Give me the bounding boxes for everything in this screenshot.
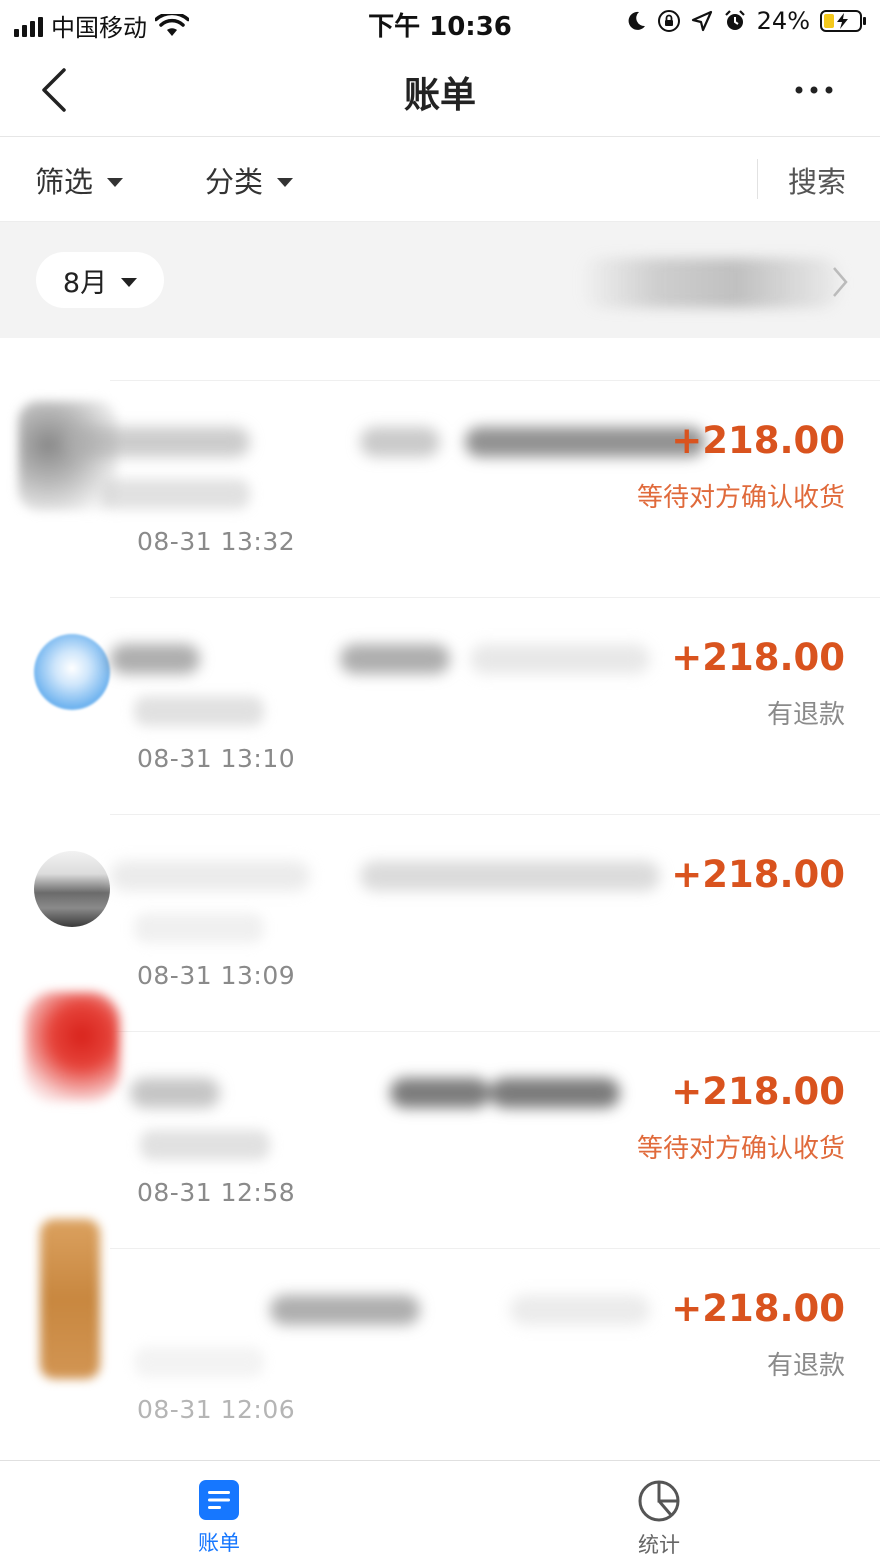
transaction-row[interactable]: 08-31 12:06 +218.00 有退款 <box>40 1219 880 1465</box>
month-label: 8月 <box>62 267 108 299</box>
transaction-subtitle-redacted <box>100 479 250 509</box>
search-button[interactable]: 搜索 <box>788 159 846 201</box>
transaction-amount: +218.00 <box>671 1070 845 1113</box>
transaction-status: 等待对方确认收货 <box>636 483 845 513</box>
transaction-time: 08-31 13:32 <box>137 527 296 556</box>
transaction-subtitle-redacted <box>134 1347 264 1377</box>
transaction-time: 08-31 13:09 <box>137 961 296 990</box>
alarm-icon <box>724 10 745 30</box>
status-bar: 中国移动 下午 10:36 24% <box>0 0 880 44</box>
more-dots-icon[interactable] <box>794 80 834 100</box>
category-label: 分类 <box>205 165 264 199</box>
category-dropdown[interactable]: 分类 <box>205 159 294 201</box>
transaction-amount: +218.00 <box>671 853 845 896</box>
transaction-amount: +218.00 <box>671 419 845 462</box>
tab-label: 账单 <box>198 1531 240 1555</box>
transaction-time: 08-31 13:10 <box>137 744 296 773</box>
transaction-status: 有退款 <box>766 1351 845 1381</box>
orientation-lock-icon <box>657 10 680 32</box>
month-selector[interactable]: 8月 <box>36 252 164 308</box>
transaction-title-redacted <box>70 419 705 463</box>
location-icon <box>691 10 712 32</box>
transaction-subtitle-redacted <box>134 913 264 943</box>
tab-bills[interactable]: 账单 <box>159 1479 279 1557</box>
tab-bar: 账单 统计 <box>0 1460 880 1565</box>
caret-down-icon <box>107 177 124 187</box>
transaction-time: 08-31 12:06 <box>137 1395 296 1424</box>
tab-stats[interactable]: 统计 <box>599 1479 719 1559</box>
filter-label: 筛选 <box>35 165 94 199</box>
avatar <box>34 634 110 710</box>
chevron-right-icon[interactable] <box>830 264 850 300</box>
transaction-subtitle-redacted <box>134 696 264 726</box>
avatar <box>24 992 120 1102</box>
transaction-amount: +218.00 <box>671 1287 845 1330</box>
page-title: 账单 <box>403 75 476 116</box>
caret-down-icon <box>277 177 294 187</box>
transaction-title-redacted <box>110 1287 670 1331</box>
bill-list-icon <box>199 1480 239 1520</box>
transaction-row[interactable]: 08-31 12:58 +218.00 等待对方确认收货 <box>24 992 880 1248</box>
nav-bar: 账单 <box>0 44 880 137</box>
filter-dropdown[interactable]: 筛选 <box>35 159 124 201</box>
transaction-status: 有退款 <box>766 700 845 730</box>
month-summary-redacted <box>580 258 840 308</box>
transaction-title-redacted <box>110 636 670 680</box>
battery-icon <box>820 10 866 32</box>
moon-icon <box>628 11 645 30</box>
transaction-row[interactable]: 08-31 13:09 +218.00 <box>34 814 880 1031</box>
avatar <box>34 851 110 927</box>
divider <box>757 159 758 199</box>
transaction-title-redacted <box>110 853 670 897</box>
status-right: 24% <box>625 7 868 35</box>
transaction-time: 08-31 12:58 <box>137 1178 296 1207</box>
transaction-status: 等待对方确认收货 <box>636 1134 845 1164</box>
avatar <box>40 1219 100 1379</box>
caret-down-icon <box>121 277 138 287</box>
transaction-amount: +218.00 <box>671 636 845 679</box>
transaction-row[interactable]: 08-31 13:32 +218.00 等待对方确认收货 <box>18 380 880 597</box>
battery-percent: 24% <box>756 7 810 35</box>
pie-chart-icon <box>638 1480 680 1522</box>
tab-label: 统计 <box>638 1533 680 1557</box>
month-bar: 8月 <box>0 222 880 338</box>
filter-bar: 筛选 分类 搜索 <box>0 137 880 222</box>
transaction-list: 08-31 13:32 +218.00 等待对方确认收货 08-31 13:10… <box>0 380 880 1465</box>
transaction-row[interactable]: 08-31 13:10 +218.00 有退款 <box>34 597 880 814</box>
transaction-subtitle-redacted <box>140 1130 270 1160</box>
transaction-title-redacted <box>110 1070 670 1114</box>
